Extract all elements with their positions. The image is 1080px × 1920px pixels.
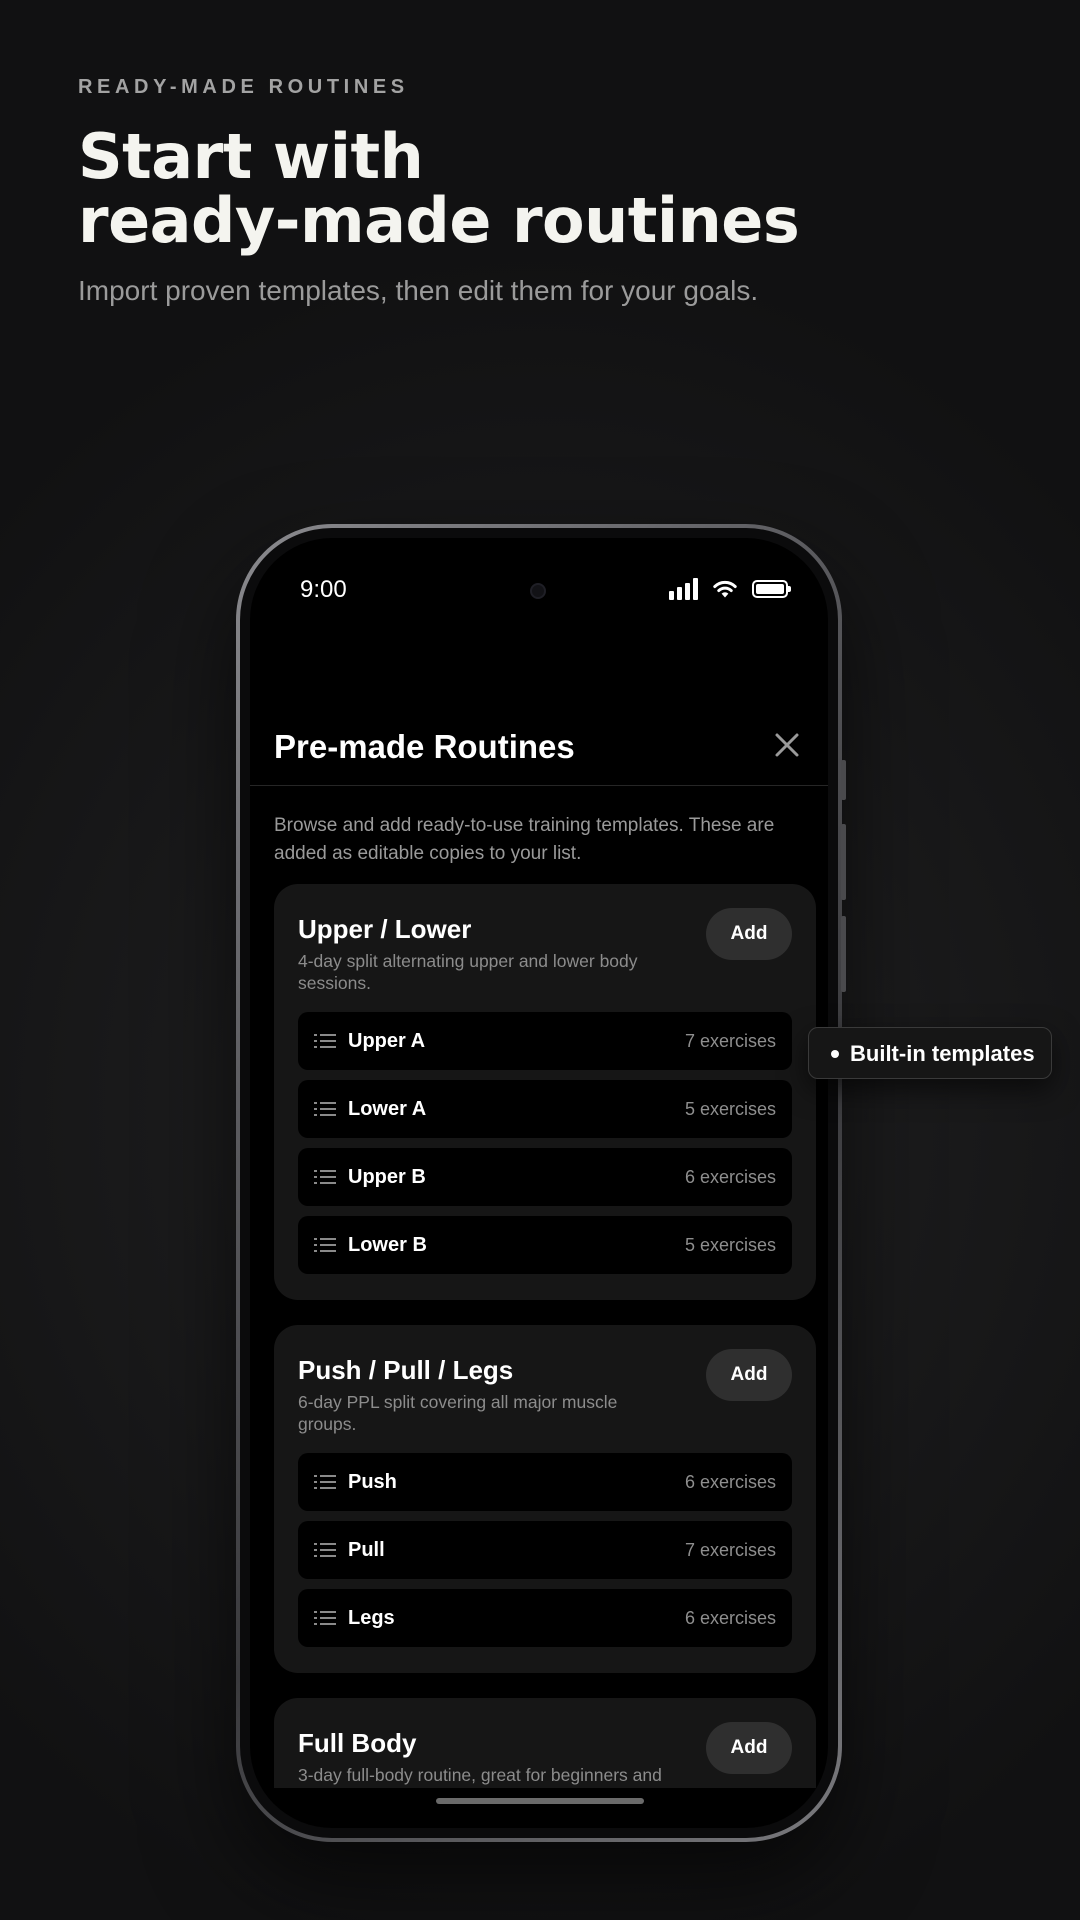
home-indicator[interactable] <box>436 1798 644 1804</box>
hero: READY-MADE ROUTINES Start with ready-mad… <box>78 76 1018 307</box>
sheet-title: Pre-made Routines <box>274 728 575 765</box>
list-icon <box>314 1034 336 1048</box>
exercise-count: 7 exercises <box>684 1540 776 1560</box>
routine-title: Upper / Lower <box>298 914 472 944</box>
workout-name: Lower B <box>348 1234 427 1256</box>
bullet-dot-icon <box>831 1050 839 1058</box>
list-icon <box>314 1102 336 1116</box>
workout-row[interactable]: Lower A 5 exercises <box>298 1080 792 1138</box>
headline-line-2: ready-made routines <box>78 184 800 257</box>
add-routine-button[interactable]: Add <box>706 1349 792 1401</box>
battery-icon <box>752 580 791 598</box>
list-icon <box>314 1611 336 1625</box>
screen-bottom-edge <box>250 1788 828 1828</box>
phone-volume-up-button <box>841 824 846 900</box>
list-icon <box>314 1238 336 1252</box>
workout-name: Legs <box>348 1607 395 1629</box>
phone-action-button <box>841 760 846 800</box>
eyebrow: READY-MADE ROUTINES <box>78 76 409 98</box>
workout-name: Push <box>348 1471 397 1493</box>
callout-badge: Built-in templates <box>808 1027 1052 1079</box>
list-icon <box>314 1475 336 1489</box>
phone-volume-down-button <box>841 916 846 992</box>
workout-name: Upper B <box>348 1166 426 1188</box>
exercise-count: 6 exercises <box>684 1472 776 1492</box>
subline: Import proven templates, then edit them … <box>78 275 759 306</box>
status-icons <box>669 578 791 600</box>
list-icon <box>314 1543 336 1557</box>
callout-label: Built-in templates <box>850 1041 1035 1066</box>
routine-description: 4-day split alternating upper and lower … <box>298 951 638 993</box>
workout-row[interactable]: Upper B 6 exercises <box>298 1148 792 1206</box>
routine-card-upper-lower: Upper / Lower 4-day split alternating up… <box>274 884 816 1300</box>
add-routine-button[interactable]: Add <box>706 1722 792 1774</box>
add-routine-button[interactable]: Add <box>706 908 792 960</box>
workout-row[interactable]: Upper A 7 exercises <box>298 1012 792 1070</box>
sheet-intro: Browse and add ready-to-use training tem… <box>274 815 775 864</box>
sheet-header: Pre-made Routines <box>250 686 828 786</box>
workout-name: Pull <box>348 1539 385 1561</box>
workout-row[interactable]: Push 6 exercises <box>298 1453 792 1511</box>
close-icon <box>775 733 799 757</box>
routine-title: Push / Pull / Legs <box>298 1355 514 1385</box>
cellular-signal-icon <box>669 578 698 600</box>
routine-title: Full Body <box>298 1728 417 1758</box>
phone-mockup: 9:00 Pre-made Routines Browse and add re… <box>236 524 846 1842</box>
exercise-count: 5 exercises <box>684 1099 776 1119</box>
headline-line-1: Start with <box>78 120 424 193</box>
list-icon <box>314 1170 336 1184</box>
exercise-count: 7 exercises <box>684 1031 776 1051</box>
workout-row[interactable]: Lower B 5 exercises <box>298 1216 792 1274</box>
headline: Start with ready-made routines <box>78 125 1018 253</box>
routine-description: 6-day PPL split covering all major muscl… <box>298 1392 618 1434</box>
close-button[interactable] <box>772 730 802 760</box>
workout-row[interactable]: Legs 6 exercises <box>298 1589 792 1647</box>
routine-card-push-pull-legs: Push / Pull / Legs 6-day PPL split cover… <box>274 1325 816 1673</box>
workout-name: Lower A <box>348 1098 427 1120</box>
workout-name: Upper A <box>348 1030 426 1052</box>
status-time: 9:00 <box>300 576 347 603</box>
wifi-icon <box>713 580 737 598</box>
exercise-count: 6 exercises <box>684 1167 776 1187</box>
exercise-count: 6 exercises <box>684 1608 776 1628</box>
phone-screen: 9:00 Pre-made Routines Browse and add re… <box>250 538 828 1828</box>
status-bar: 9:00 <box>250 538 828 634</box>
front-camera-icon <box>530 583 546 599</box>
exercise-count: 5 exercises <box>684 1235 776 1255</box>
workout-row[interactable]: Pull 7 exercises <box>298 1521 792 1579</box>
